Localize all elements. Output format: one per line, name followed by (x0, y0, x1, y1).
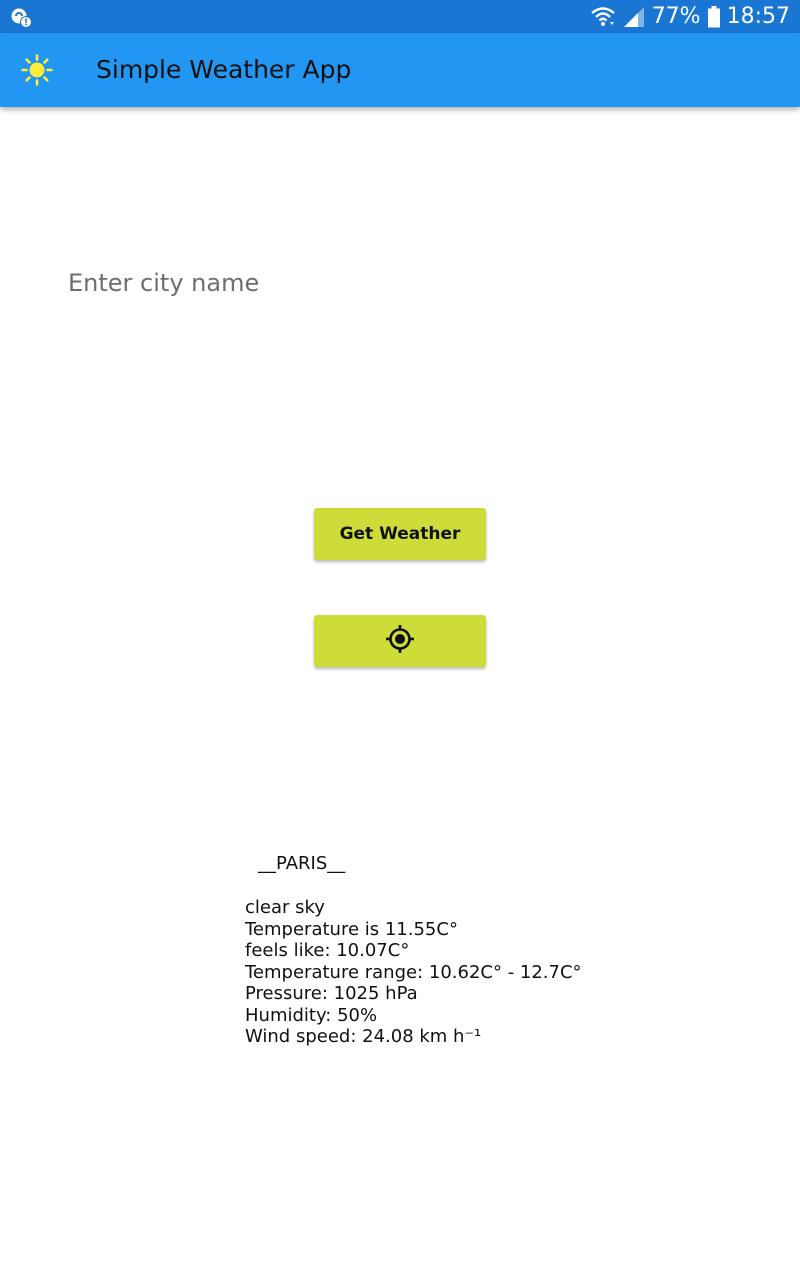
weather-feels-like: feels like: 10.07C° (245, 940, 410, 961)
weather-temperature-range: Temperature range: 10.62C° - 12.7C° (245, 961, 582, 983)
app-bar: Simple Weather App (0, 33, 800, 107)
app-title: Simple Weather App (96, 55, 352, 84)
status-bar: 77% 18:57 (0, 0, 800, 33)
my-location-icon (385, 624, 415, 659)
get-weather-button[interactable]: Get Weather (314, 508, 486, 560)
sun-icon (21, 54, 53, 86)
wifi-icon (590, 5, 616, 29)
weather-temperature: Temperature is 11.55C° (245, 918, 458, 940)
weather-wind-speed: Wind speed: 24.08 km h⁻¹ (245, 1026, 482, 1047)
weather-humidity: Humidity: 50% (245, 1004, 378, 1026)
status-time: 18:57 (726, 4, 790, 29)
weather-description: clear sky (245, 897, 325, 918)
notification-alert-icon (9, 5, 33, 29)
battery-percent: 77% (651, 4, 701, 29)
city-name-input[interactable] (58, 255, 748, 311)
weather-pressure: Pressure: 1025 hPa (245, 983, 418, 1004)
weather-city-name: __PARIS__ (258, 853, 346, 874)
signal-icon (622, 5, 646, 29)
battery-icon (707, 5, 721, 29)
weather-details: clear sky Temperature is 11.55C° feels l… (245, 897, 582, 1048)
my-location-button[interactable] (314, 615, 486, 667)
status-indicators: 77% 18:57 (590, 0, 790, 33)
get-weather-label: Get Weather (339, 524, 461, 544)
